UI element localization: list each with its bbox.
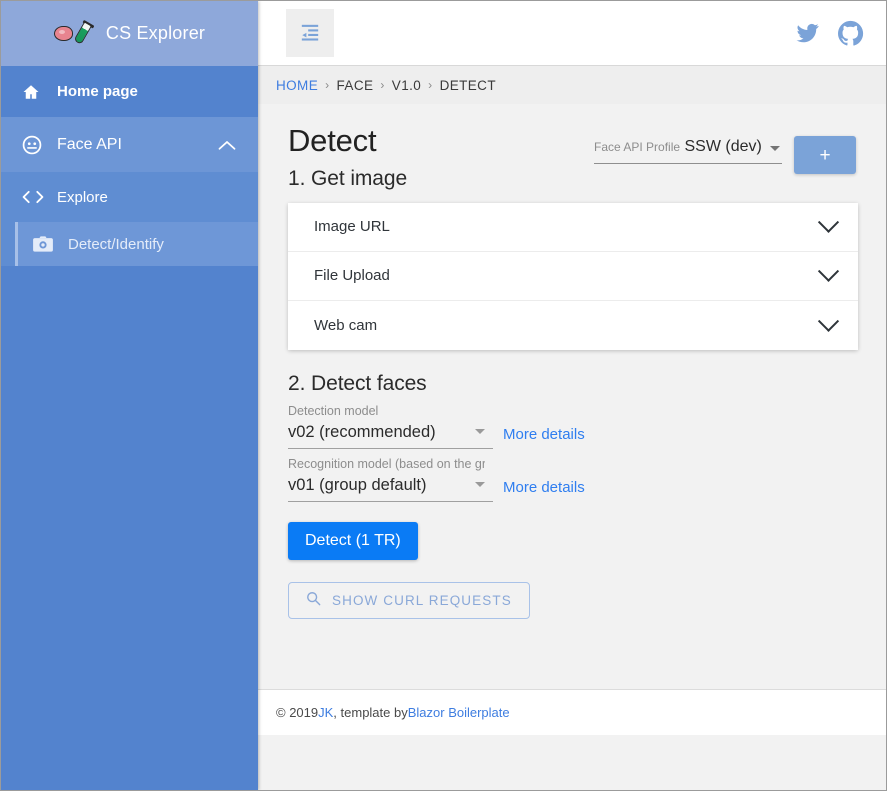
code-brackets-icon [21,189,47,205]
section-detect-faces-title: 2. Detect faces [288,371,427,395]
below-footer-space [258,735,886,790]
face-api-profile-value: SSW (dev) [684,138,762,155]
footer: © 2019 JK , template by Blazor Boilerpla… [258,689,886,735]
brand-logo [53,19,96,46]
main-area: HOME › FACE › V1.0 › DETECT Detect 1. Ge… [258,1,886,790]
sidebar-item-label: Detect/Identify [68,235,164,253]
breadcrumb-item-home[interactable]: HOME [276,78,318,93]
panel-file-upload[interactable]: File Upload [288,251,858,301]
caret-down-icon [475,428,485,434]
chevron-down-icon[interactable] [817,260,840,283]
sidebar-item-label: Face API [57,135,122,153]
recognition-model-more-details-link[interactable]: More details [503,479,585,502]
breadcrumb-item-face[interactable]: FACE [337,78,374,93]
content-area: Detect 1. Get image Face API Profile SSW… [258,104,886,689]
footer-middle-text: , template by [333,705,408,720]
sidebar-item-label: Home page [57,83,138,100]
breadcrumb-separator: › [428,78,433,92]
face-api-submenu: Explore Detect/Identify [1,172,258,266]
detection-model-label: Detection model [288,403,379,418]
brain-icon [53,26,73,41]
detect-button[interactable]: Detect (1 TR) [288,521,418,560]
breadcrumb-separator: › [325,78,330,92]
sidebar-item-explore[interactable]: Explore [1,172,258,222]
recognition-model-row: Recognition model (based on the gr v01 (… [288,455,856,502]
test-tube-icon [73,19,94,45]
panel-image-url[interactable]: Image URL [288,202,858,252]
camera-icon [32,235,58,253]
footer-template-link[interactable]: Blazor Boilerplate [408,705,510,720]
detection-model-value: v02 (recommended) [288,422,436,441]
footer-author-link[interactable]: JK [318,705,333,720]
curl-button-wrap: SHOW CURL REQUESTS [288,560,856,619]
breadcrumb: HOME › FACE › V1.0 › DETECT [258,66,886,104]
caret-down-icon [770,146,780,151]
sidebar-item-home-page[interactable]: Home page [1,66,258,117]
sidebar: CS Explorer Home page Face API Explore D… [1,1,258,790]
face-api-profile-select[interactable]: Face API Profile SSW (dev) [594,136,782,164]
chevron-down-icon[interactable] [817,310,840,332]
recognition-model-select[interactable]: Recognition model (based on the gr v01 (… [288,455,493,502]
caret-down-icon [475,481,485,487]
page-header-left: Detect 1. Get image [288,122,407,201]
sidebar-item-label: Explore [57,188,108,206]
application-window: CS Explorer Home page Face API Explore D… [0,0,887,791]
page-title: Detect [288,123,377,158]
face-icon [21,134,47,156]
brand-title: CS Explorer [105,23,206,43]
brand-header[interactable]: CS Explorer [1,1,258,66]
page-header: Detect 1. Get image Face API Profile SSW… [288,122,856,201]
panel-title: Image URL [314,218,390,236]
sidebar-item-face-api[interactable]: Face API [1,117,258,172]
profile-area: Face API Profile SSW (dev) + [594,122,856,174]
breadcrumb-separator: › [380,78,385,92]
panel-title: File Upload [314,267,390,285]
add-profile-button[interactable]: + [794,136,856,174]
footer-copyright: © 2019 [276,705,319,720]
sidebar-filler [1,266,258,790]
breadcrumb-item-v1[interactable]: V1.0 [392,78,421,93]
panel-title: Web cam [314,316,378,334]
section-get-image-title: 1. Get image [288,166,408,190]
face-api-profile-label: Face API Profile [594,140,681,154]
search-icon [306,591,321,609]
format-indent-decrease-icon[interactable] [286,9,334,57]
chevron-down-icon[interactable] [817,211,840,234]
top-bar [258,1,886,66]
show-curl-requests-label: SHOW CURL REQUESTS [332,592,512,608]
sidebar-item-detect-identify[interactable]: Detect/Identify [15,222,258,266]
breadcrumb-item-detect: DETECT [439,77,496,93]
get-image-panels: Image URL File Upload Web cam [288,202,858,350]
home-icon [21,83,47,101]
panel-web-cam[interactable]: Web cam [288,300,858,350]
recognition-model-label: Recognition model (based on the gr [288,456,485,471]
detection-model-select[interactable]: Detection model v02 (recommended) [288,402,493,449]
recognition-model-value: v01 (group default) [288,475,427,494]
detection-model-more-details-link[interactable]: More details [503,426,585,449]
show-curl-requests-button[interactable]: SHOW CURL REQUESTS [288,581,530,619]
chevron-up-icon[interactable] [218,139,236,151]
twitter-icon[interactable] [794,21,821,45]
action-buttons: Detect (1 TR) [288,504,856,560]
detection-model-row: Detection model v02 (recommended) More d… [288,402,856,449]
github-icon[interactable] [837,20,864,47]
